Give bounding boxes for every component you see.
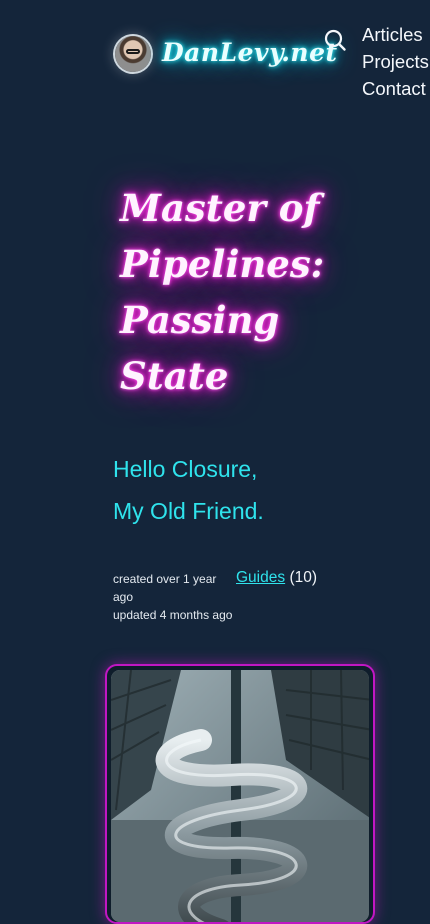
nav-projects-link[interactable]: Projects (362, 48, 429, 75)
nav-articles-link[interactable]: Articles (362, 21, 429, 48)
subtitle-line: Hello Closure, (113, 456, 258, 482)
updated-date: updated 4 months ago (113, 608, 233, 622)
category-count: (10) (289, 569, 318, 586)
subtitle-line: My Old Friend. (113, 498, 264, 524)
avatar[interactable] (115, 36, 151, 72)
created-date: created over 1 year ago (113, 572, 217, 604)
spiral-slide-photo (111, 670, 369, 922)
article-subtitle: Hello Closure, My Old Friend. (113, 448, 264, 532)
category-tag: Guides (10) (236, 569, 317, 587)
article-dates: created over 1 year ago updated 4 months… (113, 570, 233, 624)
category-link[interactable]: Guides (236, 569, 285, 586)
main-nav: Articles Projects Contact (362, 21, 429, 102)
search-icon[interactable] (323, 28, 347, 52)
nav-contact-link[interactable]: Contact (362, 75, 429, 102)
hero-image-card[interactable] (105, 664, 375, 924)
article-title: Master of Pipelines: Passing State (120, 186, 325, 398)
hero-image (111, 670, 369, 922)
site-header: DanLevy.net Articles Projects Contact (0, 0, 430, 110)
site-logo-link[interactable]: DanLevy.net (162, 38, 338, 67)
